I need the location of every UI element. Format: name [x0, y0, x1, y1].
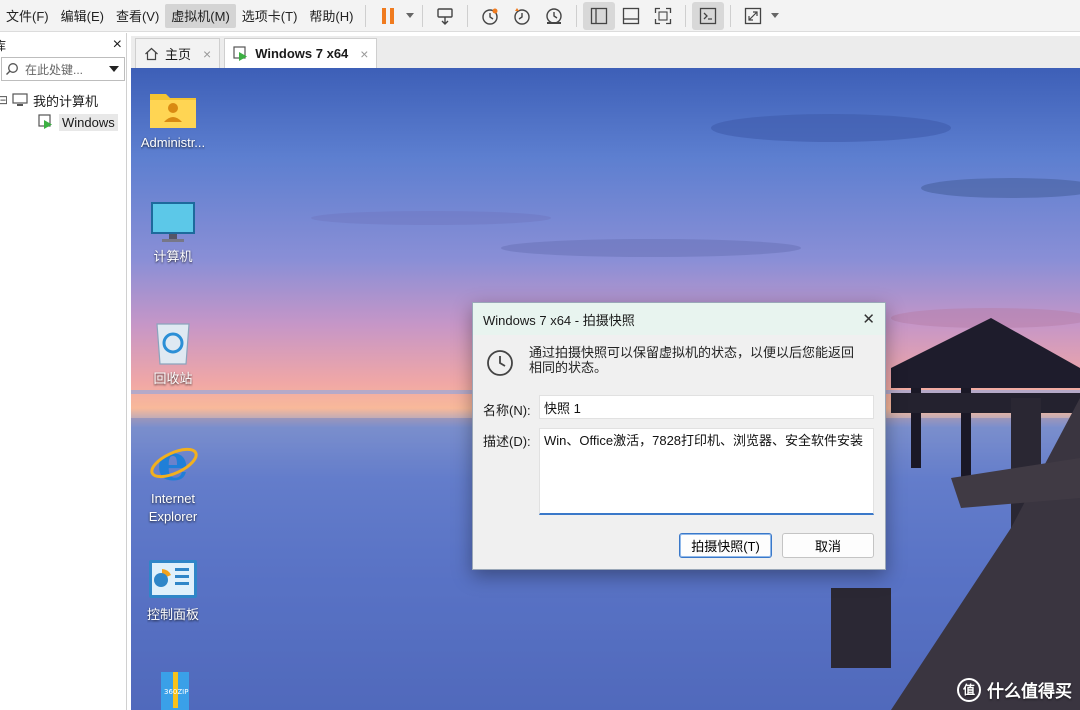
cancel-button[interactable]: 取消: [782, 533, 874, 558]
pause-button[interactable]: [372, 2, 404, 30]
library-close-button[interactable]: ×: [113, 36, 122, 54]
snapshot-name-label: 名称(N):: [483, 403, 531, 418]
snapshot-manager-icon: [546, 7, 563, 24]
desktop-icon-recycle-bin[interactable]: 回收站: [131, 318, 215, 388]
tab-windows-7-x64[interactable]: Windows 7 x64 ×: [224, 38, 378, 68]
fullscreen-view-button[interactable]: [647, 2, 679, 30]
toolbar-separator: [685, 4, 687, 27]
desktop-icon-label: 控制面板: [146, 607, 199, 622]
stretch-dropdown[interactable]: [769, 2, 781, 30]
pause-dropdown[interactable]: [404, 2, 416, 30]
tab-home[interactable]: 主页 ×: [135, 38, 221, 68]
user-folder-icon: [150, 94, 196, 128]
pause-icon: [382, 7, 395, 24]
recycle-bin-icon: [156, 323, 190, 365]
desktop-icon-label: 回收站: [153, 371, 193, 386]
intro-line: 相同的状态。: [529, 360, 608, 375]
library-view-button[interactable]: [583, 1, 616, 30]
take-snapshot-dialog: Windows 7 x64 - 拍摄快照 ✕ 通过拍摄快照可以保留虚拟机的状态，…: [472, 302, 886, 570]
desktop-icon-control-panel[interactable]: 控制面板: [131, 558, 215, 624]
computer-icon: [12, 93, 28, 106]
menu-tabs[interactable]: 选项卡(T): [236, 4, 304, 28]
vm-running-icon: [38, 114, 52, 129]
intro-line: 通过拍摄快照可以保留虚拟机的状态，以便以后您能返回: [529, 345, 855, 360]
desktop-icon-label: Internet Explorer: [148, 491, 198, 524]
snapshot-manager-button[interactable]: [538, 2, 570, 30]
menu-help[interactable]: 帮助(H): [303, 4, 359, 28]
vm-running-icon: [233, 45, 248, 61]
dialog-close-button[interactable]: ✕: [862, 310, 875, 328]
watermark: 值 什么值得买: [957, 677, 1072, 702]
watermark-text: 什么值得买: [987, 682, 1072, 701]
watermark-logo: 值: [957, 677, 981, 702]
home-icon: [145, 47, 158, 60]
dialog-titlebar[interactable]: Windows 7 x64 - 拍摄快照 ✕: [473, 303, 885, 335]
dialog-title: Windows 7 x64 - 拍摄快照: [483, 312, 635, 328]
library-title: 库: [0, 38, 7, 53]
desktop-icon-computer[interactable]: 计算机: [131, 200, 215, 266]
toolbar-separator: [365, 4, 367, 27]
desktop-icon-label: 计算机: [153, 249, 193, 264]
tree-item-label: 我的计算机: [33, 93, 99, 109]
dialog-intro-text: 通过拍摄快照可以保留虚拟机的状态，以便以后您能返回 相同的状态。: [529, 345, 854, 378]
caret-down-icon[interactable]: [109, 65, 119, 73]
caret-down-icon: [771, 12, 780, 18]
console-view-icon: [700, 7, 717, 24]
snapshot-icon: [482, 8, 499, 25]
revert-snapshot-icon: [514, 7, 531, 25]
tab-label: 主页: [165, 47, 192, 62]
snapshot-name-input[interactable]: [539, 395, 874, 419]
stretch-icon: [745, 7, 762, 24]
send-ctrl-alt-del-button[interactable]: [429, 2, 461, 30]
menu-edit[interactable]: 编辑(E): [55, 4, 110, 28]
desktop-icon-administrator[interactable]: Administr...: [131, 86, 215, 152]
send-ctrl-alt-del-icon: [437, 7, 454, 25]
toolbar-separator: [467, 4, 469, 27]
zip-icon-label: 360ZIP: [164, 688, 188, 696]
toolbar-separator: [576, 4, 578, 27]
take-snapshot-button[interactable]: [474, 2, 506, 30]
clock-icon: [487, 350, 513, 376]
library-search-box[interactable]: 在此处键...: [1, 57, 125, 81]
dialog-intro: 通过拍摄快照可以保留虚拟机的状态，以便以后您能返回 相同的状态。: [485, 345, 871, 378]
control-panel-icon: [149, 560, 197, 598]
tree-item-label: Windows: [59, 113, 118, 131]
library-view-icon: [591, 7, 608, 24]
console-view-button[interactable]: [692, 1, 725, 30]
menu-file[interactable]: 文件(F): [0, 4, 55, 28]
internet-explorer-icon: e: [150, 436, 198, 486]
stretch-button[interactable]: [737, 2, 769, 30]
tree-item-windows[interactable]: Windows: [0, 111, 126, 133]
library-header: 库 ×: [0, 33, 126, 57]
svg-text:e: e: [157, 436, 189, 486]
desktop-icon-internet-explorer[interactable]: e Internet Explorer: [131, 436, 215, 526]
computer-icon: [151, 202, 195, 242]
tab-label: Windows 7 x64: [255, 46, 349, 61]
tree-expander[interactable]: ⊟: [0, 93, 12, 107]
revert-snapshot-button[interactable]: [506, 2, 538, 30]
toolbar-separator: [422, 4, 424, 27]
snapshot-description-input[interactable]: Win、Office激活，7828打印机、浏览器、安全软件安装: [539, 428, 874, 515]
thumbnail-view-icon: [623, 7, 640, 24]
thumbnail-view-button[interactable]: [615, 2, 647, 30]
menu-vm[interactable]: 虚拟机(M): [165, 3, 236, 28]
search-icon: [6, 63, 18, 75]
library-search-placeholder: 在此处键...: [25, 62, 84, 77]
zip-archive-icon: 360ZIP: [161, 672, 189, 710]
caret-down-icon: [406, 12, 415, 18]
library-panel: 库 × 在此处键... ⊟ 我的计算机 Windows: [0, 33, 127, 710]
take-snapshot-confirm-button[interactable]: 拍摄快照(T): [679, 533, 772, 558]
desktop-icon-label: Administr...: [140, 135, 206, 150]
snapshot-description-label: 描述(D):: [483, 434, 531, 449]
tab-close-button[interactable]: ×: [360, 46, 368, 62]
menu-view[interactable]: 查看(V): [110, 4, 165, 28]
tree-item-my-computer[interactable]: ⊟ 我的计算机: [0, 89, 126, 111]
fullscreen-view-icon: [655, 7, 672, 24]
toolbar-separator: [730, 4, 732, 27]
menubar: 文件(F) 编辑(E) 查看(V) 虚拟机(M) 选项卡(T) 帮助(H): [0, 0, 1080, 32]
desktop-icon-360zip[interactable]: 360ZIP: [131, 670, 215, 710]
tab-bar: 主页 × Windows 7 x64 ×: [131, 36, 1080, 68]
tab-close-button[interactable]: ×: [203, 46, 211, 62]
